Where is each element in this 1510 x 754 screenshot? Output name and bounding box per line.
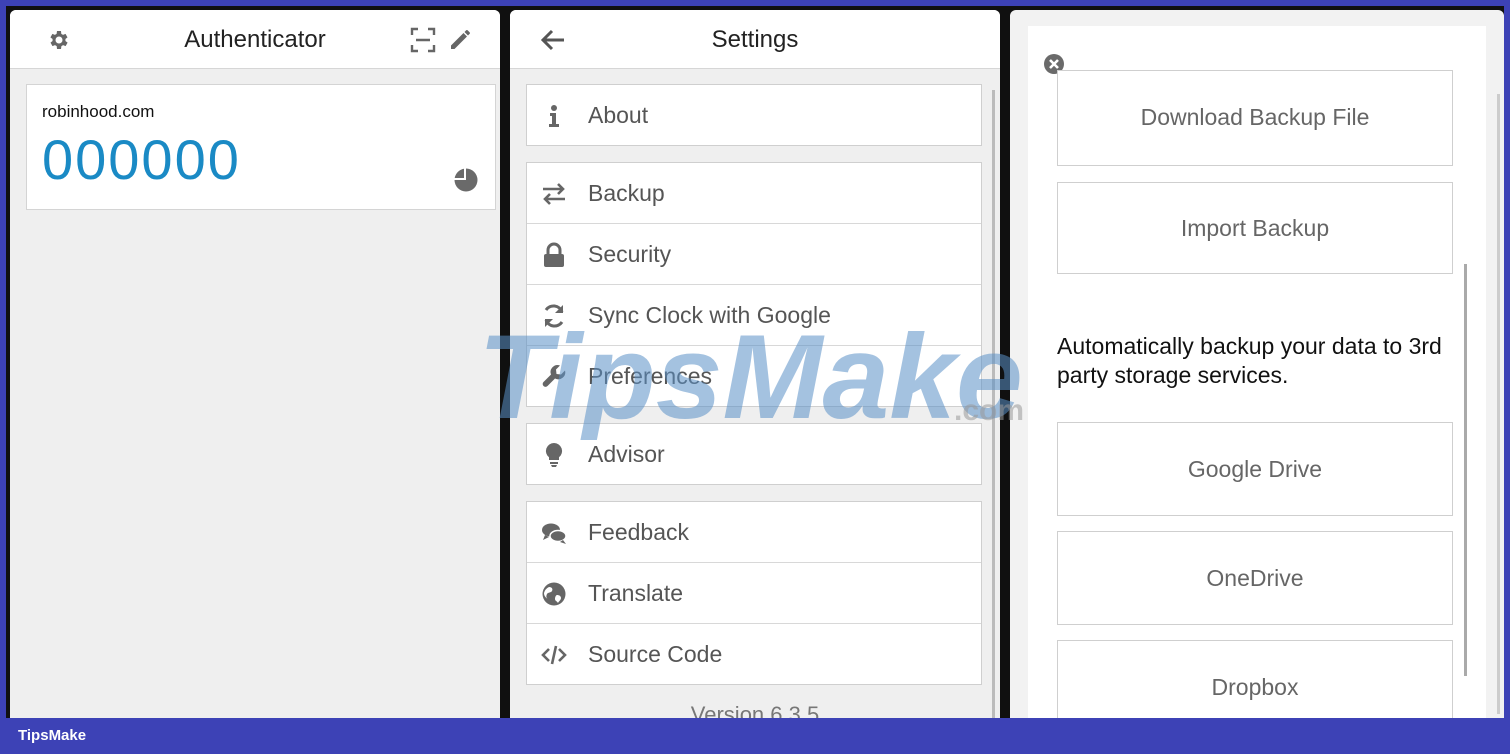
lightbulb-icon: [541, 442, 567, 468]
settings-item-label: Backup: [588, 180, 665, 206]
timer-pie-icon: [453, 167, 479, 193]
footer-brand: TipsMake: [18, 727, 87, 744]
arrows-exchange-icon: [541, 181, 567, 207]
import-backup-button[interactable]: Import Backup: [1057, 182, 1453, 274]
wrench-icon: [541, 364, 567, 390]
settings-item-advisor[interactable]: Advisor: [527, 424, 981, 484]
chat-icon: [541, 520, 567, 546]
settings-item-sync-clock[interactable]: Sync Clock with Google: [527, 284, 981, 345]
code-icon: [541, 642, 567, 668]
dropbox-button[interactable]: Dropbox: [1057, 640, 1453, 718]
settings-appbar: Settings: [510, 10, 1000, 69]
scrollbar[interactable]: [992, 90, 995, 718]
auto-backup-line-2: party storage services.: [1057, 362, 1289, 388]
settings-item-label: Feedback: [588, 519, 690, 545]
settings-item-label: About: [588, 102, 649, 128]
settings-item-about[interactable]: About: [527, 85, 981, 145]
settings-item-preferences[interactable]: Preferences: [527, 345, 981, 406]
onedrive-button[interactable]: OneDrive: [1057, 531, 1453, 625]
authenticator-screen: Authenticator robinhood.com 000000: [10, 10, 500, 718]
settings-item-security[interactable]: Security: [527, 223, 981, 284]
account-entry[interactable]: robinhood.com 000000: [26, 84, 496, 210]
settings-item-backup[interactable]: Backup: [527, 163, 981, 223]
settings-item-feedback[interactable]: Feedback: [527, 502, 981, 562]
settings-item-translate[interactable]: Translate: [527, 562, 981, 623]
auto-backup-description: Automatically backup your data to 3rd pa…: [1057, 332, 1467, 390]
version-label: Version 6.3.5: [690, 702, 820, 718]
page-scrollbar[interactable]: [1497, 94, 1500, 714]
settings-item-label: Source Code: [588, 641, 723, 667]
pencil-icon[interactable]: [448, 26, 474, 52]
settings-group-advisor: Advisor: [526, 423, 982, 485]
sync-icon: [541, 303, 567, 329]
google-drive-button[interactable]: Google Drive: [1057, 422, 1453, 516]
lock-icon: [541, 242, 567, 268]
settings-group-misc: Feedback Translate Source Code: [526, 501, 982, 685]
settings-item-label: Translate: [588, 580, 684, 606]
auto-backup-line-1: Automatically backup your data to 3rd: [1057, 333, 1442, 359]
settings-screen: Settings About Backup Security Sync Cloc…: [510, 10, 1000, 718]
settings-item-label: Preferences: [588, 363, 713, 389]
dialog-scrollbar[interactable]: [1464, 264, 1467, 676]
settings-group-about: About: [526, 84, 982, 146]
settings-item-source-code[interactable]: Source Code: [527, 623, 981, 684]
otp-code[interactable]: 000000: [42, 127, 241, 192]
settings-item-label: Security: [588, 241, 672, 267]
globe-icon: [541, 581, 567, 607]
authenticator-appbar: Authenticator: [10, 10, 500, 69]
footer-bar: TipsMake: [0, 718, 1510, 754]
scan-icon[interactable]: [410, 27, 436, 53]
download-backup-button[interactable]: Download Backup File: [1057, 70, 1453, 166]
info-icon: [541, 103, 567, 129]
screenshot-panels: Authenticator robinhood.com 000000 Setti…: [6, 6, 1504, 718]
settings-group-main: Backup Security Sync Clock with Google P…: [526, 162, 982, 407]
settings-item-label: Advisor: [588, 441, 665, 467]
account-issuer: robinhood.com: [42, 102, 155, 121]
backup-screen: Download Backup File Import Backup Autom…: [1010, 10, 1504, 718]
settings-item-label: Sync Clock with Google: [588, 302, 831, 328]
page-title: Settings: [711, 26, 799, 53]
